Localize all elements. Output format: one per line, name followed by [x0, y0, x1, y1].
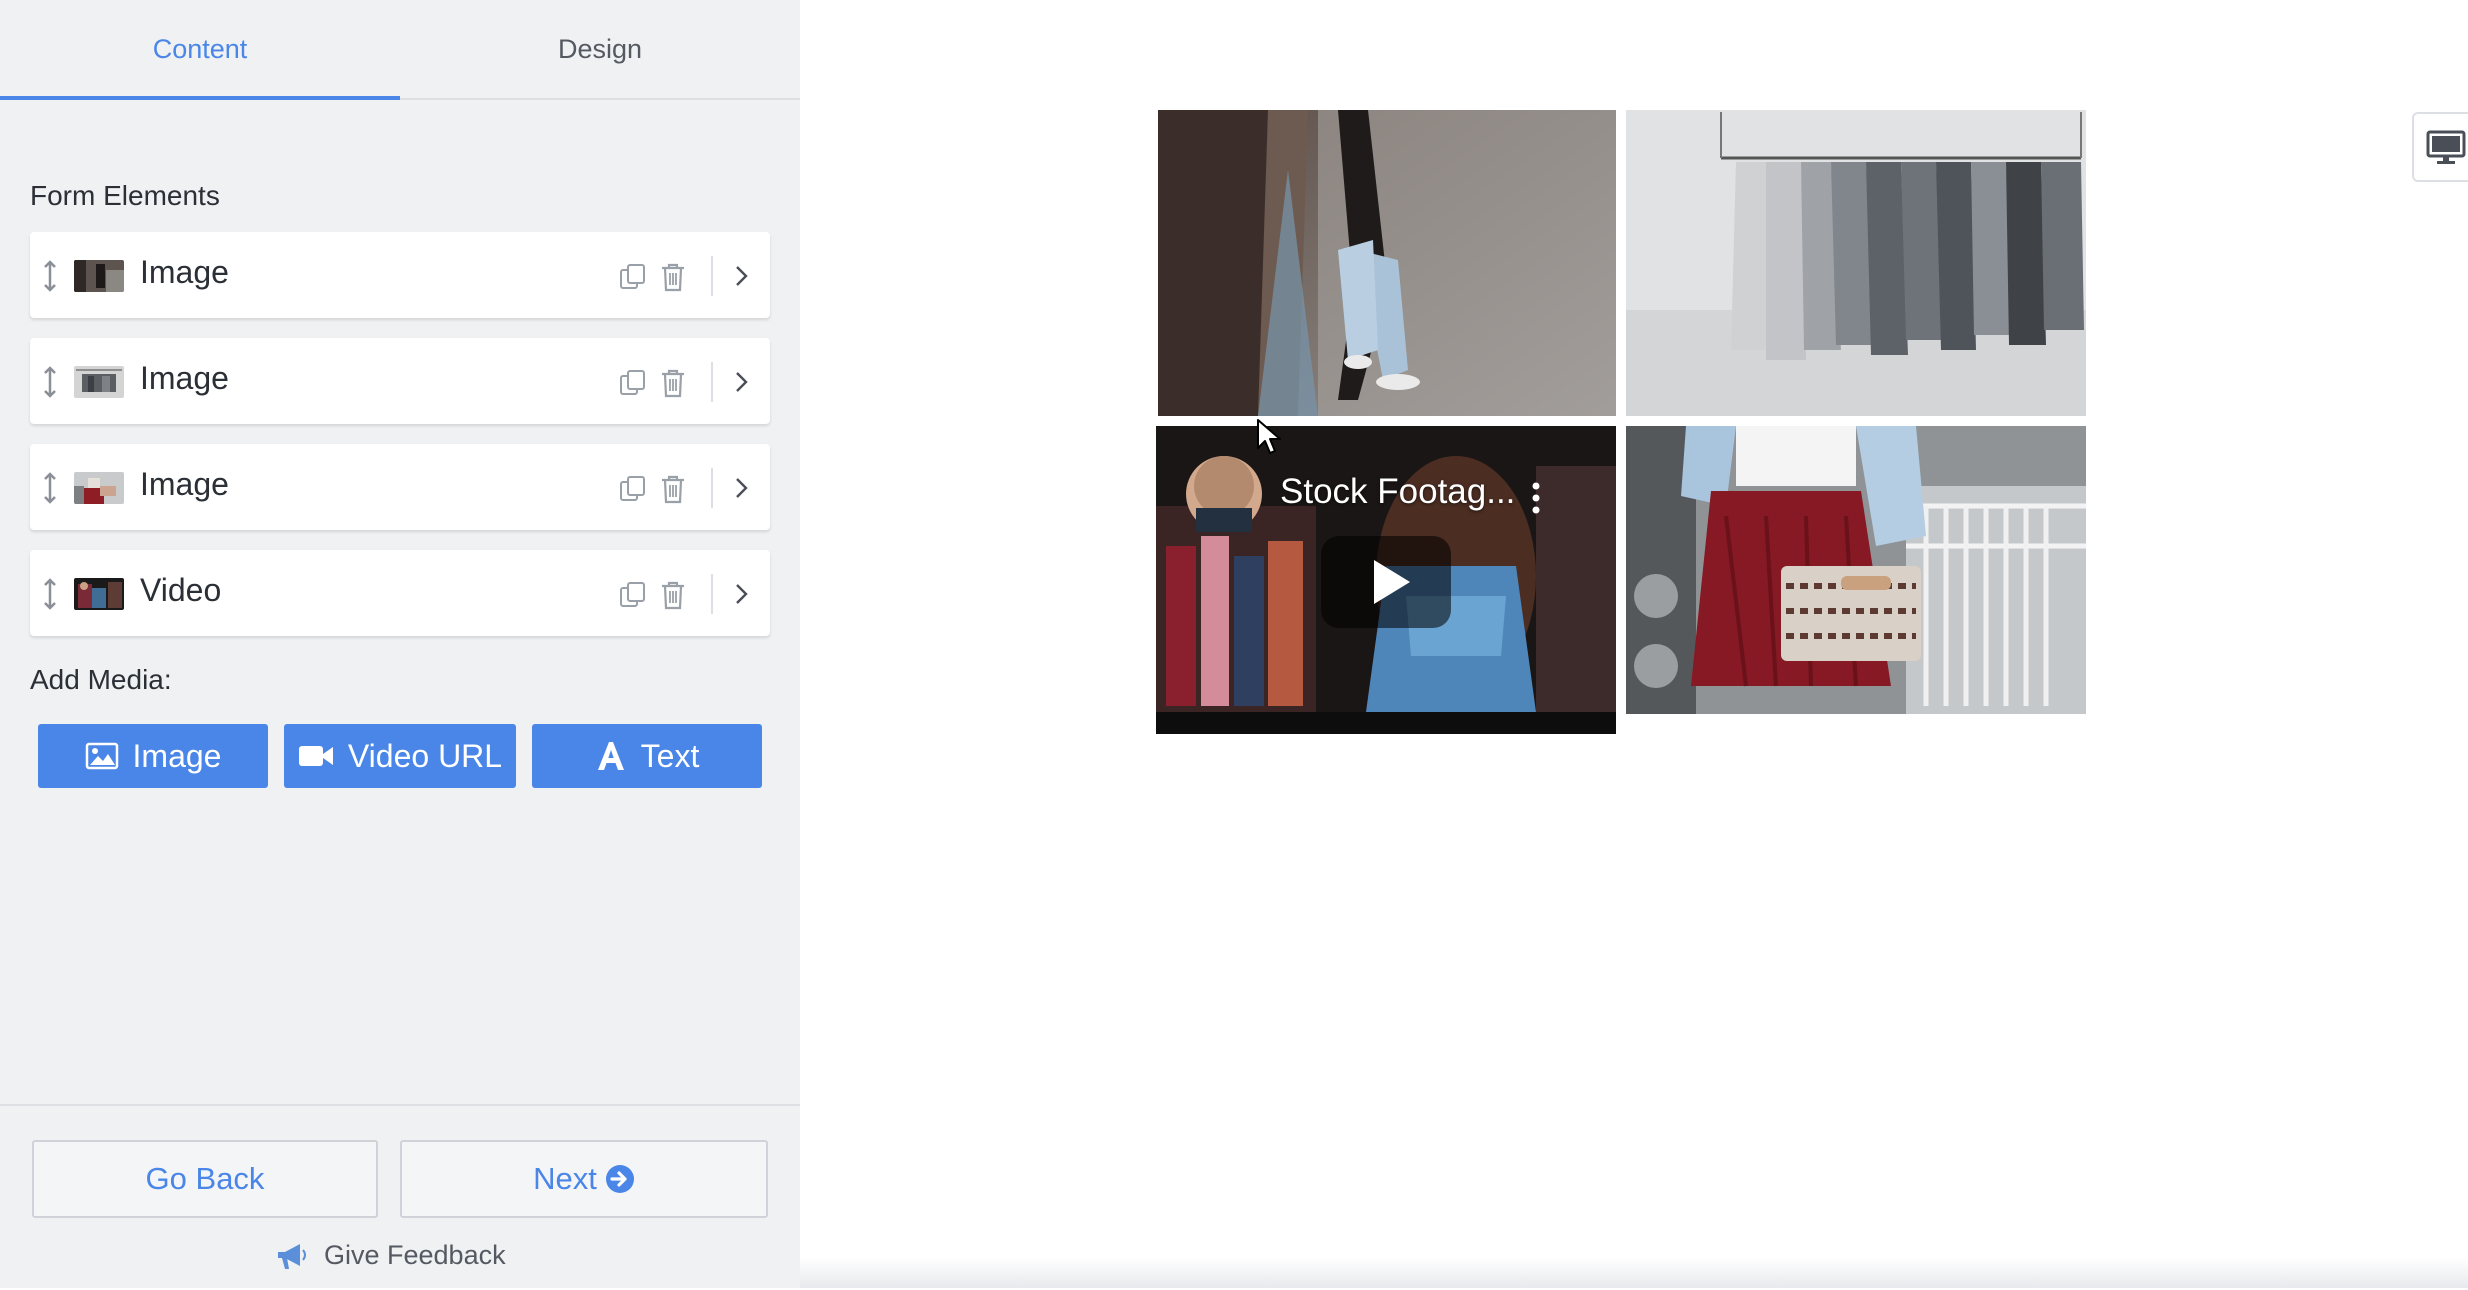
- gallery-video[interactable]: Stock Footag...: [1156, 426, 1616, 734]
- drag-handle-icon[interactable]: [42, 578, 58, 610]
- gallery-image-woman-ramp[interactable]: [1158, 110, 1616, 416]
- photo-clothing-rack: [1626, 110, 2086, 416]
- add-video-url-button[interactable]: Video URL: [284, 724, 516, 788]
- chevron-right-icon[interactable]: [730, 474, 752, 502]
- video-thumb-icon: [74, 578, 124, 610]
- drag-handle-icon[interactable]: [42, 366, 58, 398]
- drag-handle-icon[interactable]: [42, 260, 58, 292]
- sidebar: Content Design Form Elements Image Image…: [0, 0, 800, 1288]
- preview-bottom-fade: [800, 1258, 2468, 1288]
- form-element-row[interactable]: Image: [30, 232, 770, 318]
- trash-icon[interactable]: [660, 580, 686, 610]
- duplicate-icon[interactable]: [618, 474, 648, 504]
- image-icon: [85, 742, 118, 770]
- megaphone-icon: [278, 1243, 306, 1269]
- form-element-label: Image: [140, 466, 229, 502]
- trash-icon[interactable]: [660, 474, 686, 504]
- give-feedback-label: Give Feedback: [324, 1240, 506, 1270]
- go-back-label: Go Back: [145, 1161, 265, 1196]
- add-text-label: Text: [640, 737, 700, 774]
- duplicate-icon[interactable]: [618, 262, 648, 292]
- form-element-row[interactable]: Image: [30, 444, 770, 530]
- add-image-button[interactable]: Image: [38, 724, 268, 788]
- form-element-row[interactable]: Video: [30, 550, 770, 636]
- duplicate-icon[interactable]: [618, 580, 648, 610]
- add-text-button[interactable]: Text: [532, 724, 762, 788]
- image-thumb-icon: [74, 472, 124, 504]
- row-divider: [711, 256, 713, 296]
- add-media-heading: Add Media:: [30, 664, 172, 695]
- desktop-preview-toggle[interactable]: [2412, 112, 2468, 182]
- form-element-row[interactable]: Image: [30, 338, 770, 424]
- tab-design[interactable]: Design: [400, 0, 800, 98]
- tab-content[interactable]: Content: [0, 0, 400, 100]
- desktop-monitor-icon: [2426, 130, 2466, 164]
- video-title: Stock Footag...: [1280, 472, 1516, 511]
- drag-handle-icon[interactable]: [42, 472, 58, 504]
- next-button[interactable]: Next: [400, 1140, 768, 1218]
- form-element-label: Image: [140, 360, 229, 396]
- video-camera-icon: [298, 746, 333, 766]
- chevron-right-icon[interactable]: [730, 262, 752, 290]
- photo-woman-ramp: [1158, 110, 1616, 416]
- trash-icon[interactable]: [660, 262, 686, 292]
- gallery-image-red-skirt[interactable]: [1626, 426, 2086, 714]
- give-feedback-link[interactable]: Give Feedback: [276, 1240, 506, 1271]
- row-divider: [711, 362, 713, 402]
- duplicate-icon[interactable]: [618, 368, 648, 398]
- sidebar-footer: Go Back Next Give Feedback: [0, 1104, 800, 1290]
- gallery-image-clothing-rack[interactable]: [1626, 110, 2086, 416]
- row-divider: [711, 574, 713, 614]
- photo-red-skirt: [1626, 426, 2086, 714]
- add-image-label: Image: [132, 737, 222, 774]
- image-thumb-icon: [74, 366, 124, 398]
- chevron-right-icon[interactable]: [730, 368, 752, 396]
- form-element-label: Video: [140, 572, 222, 608]
- next-label: Next: [533, 1161, 597, 1196]
- row-divider: [711, 468, 713, 508]
- add-video-url-label: Video URL: [347, 737, 503, 774]
- go-back-button[interactable]: Go Back: [32, 1140, 378, 1218]
- mouse-cursor-icon: [1257, 419, 1281, 454]
- chevron-right-icon[interactable]: [730, 580, 752, 608]
- tab-bar: Content Design: [0, 0, 800, 100]
- arrow-circle-right-icon: [605, 1165, 634, 1193]
- form-elements-heading: Form Elements: [30, 180, 220, 211]
- form-element-label: Image: [140, 254, 229, 290]
- text-icon: [597, 742, 624, 770]
- image-thumb-icon: [74, 260, 124, 292]
- trash-icon[interactable]: [660, 368, 686, 398]
